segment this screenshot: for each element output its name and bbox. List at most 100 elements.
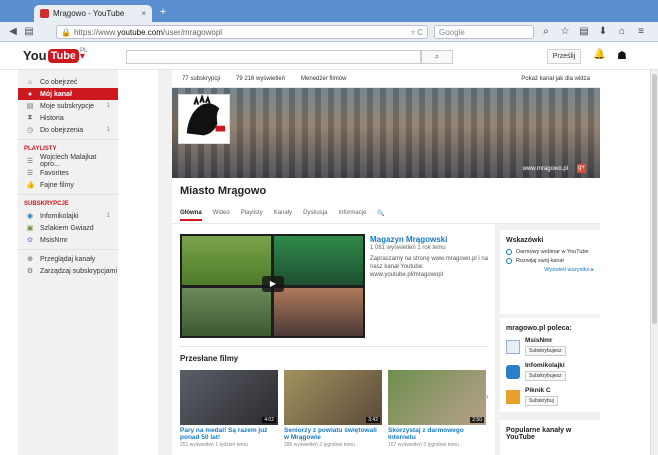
recommended-channel[interactable]: MsisNmr Subskrybujesz	[506, 337, 594, 356]
thumbs-up-icon: 👍	[26, 182, 35, 189]
reload-icon[interactable]: ▿ C	[411, 28, 423, 37]
scrollbar-thumb[interactable]	[652, 74, 657, 324]
sidebar-item-subskrypcje[interactable]: ▤ Moje subskrypcje 1	[18, 100, 118, 112]
tip-label: Darmowy webinar w YouTube	[516, 249, 589, 255]
sidebar-item-label: Zarządzaj subskrypcjami	[40, 267, 118, 275]
subscribe-button[interactable]: Subskrybujesz	[525, 346, 566, 356]
channel-avatar	[506, 389, 520, 404]
upload-button[interactable]: Prześlij	[547, 49, 581, 64]
video-title[interactable]: Seniorzy z powiatu świętowali w Mrągowie	[284, 427, 382, 441]
video-thumbnail[interactable]: 3:42	[284, 370, 382, 425]
recommended-channel[interactable]: Piknik C Subskrybuj	[506, 387, 594, 406]
sidebar-item-manage-subscriptions[interactable]: ⚙ Zarządzaj subskrypcjami	[18, 265, 118, 277]
view-all-tips-link[interactable]: Wyświetl wszystko ▸	[506, 267, 594, 273]
guide-menu-icon[interactable]: ≡▾	[74, 51, 85, 62]
sidebar-subscription-item[interactable]: ▣ Szlakiem Gwiazd	[18, 222, 118, 234]
featured-video-description: Zapraszamy na stronę www.mragowo.pl i na…	[370, 256, 489, 278]
sidebar-item-label: Do obejrzenia	[40, 126, 84, 134]
subscriptions-heading: SUBSKRYPCJE	[24, 201, 69, 207]
subscribe-button[interactable]: Subskrybujesz	[525, 371, 566, 381]
video-title[interactable]: Pary na medal! Są razem już ponad 50 lat…	[180, 427, 278, 441]
tab-discussion[interactable]: Dyskusja	[303, 210, 327, 221]
subscribe-button[interactable]: Subskrybuj	[525, 396, 558, 406]
tab-videos[interactable]: Wideo	[213, 210, 230, 221]
youtube-header: You Tube PL ≡▾ ⌕ Prześlij 🔔 ☗	[0, 42, 658, 70]
view-as-visitor-link[interactable]: Pokaż kanał jak dla widza	[521, 76, 590, 82]
google-plus-icon[interactable]: g+	[577, 164, 586, 173]
sidebar-item-label: Co obejrzeć	[40, 78, 78, 86]
notifications-bell-icon[interactable]: 🔔	[593, 49, 605, 60]
sidebar-item-do-obejrzenia[interactable]: ◷ Do obejrzenia 1	[18, 124, 118, 136]
sidebar-item-count: 1	[106, 103, 110, 109]
tip-item[interactable]: Darmowy webinar w YouTube	[506, 249, 594, 255]
url-prefix: https://www.	[73, 27, 118, 37]
tab-home[interactable]: Główna	[180, 210, 202, 221]
recommended-channel[interactable]: Infomikolajki Subskrybujesz	[506, 362, 594, 381]
channel-name: Miasto Mrągowo	[180, 185, 267, 197]
tips-title: Wskazówki	[506, 237, 544, 244]
sidebar-item-label: Historia	[40, 114, 64, 122]
playlist-icon: ☰	[26, 158, 34, 165]
play-icon[interactable]: ▶	[262, 276, 284, 292]
reading-list-icon[interactable]: ▤	[578, 25, 590, 39]
recommended-channel-name[interactable]: Piknik C	[525, 387, 558, 394]
google-search-engine-label: Google	[439, 27, 465, 37]
video-title[interactable]: Skorzystaj z darmowego Internetu	[388, 427, 486, 441]
sidebar-subscription-item[interactable]: ◉ Infomikolajki 1	[18, 210, 118, 222]
bookmark-star-icon[interactable]: ☆	[559, 25, 571, 39]
playlist-icon: ☰	[26, 170, 34, 177]
youtube-search-input[interactable]	[126, 50, 421, 64]
tab-playlists[interactable]: Playlisty	[241, 210, 263, 221]
tab-channels[interactable]: Kanały	[274, 210, 292, 221]
user-avatar[interactable]: ☗	[617, 49, 631, 63]
tab-search-icon[interactable]: 🔍	[377, 210, 384, 221]
back-icon[interactable]: ◀	[6, 25, 20, 39]
uploads-section-title[interactable]: Przesłane filmy	[180, 354, 238, 363]
sidebar-item-browse-channels[interactable]: ⊕ Przeglądaj kanały	[18, 253, 118, 265]
video-card[interactable]: 2:50 Skorzystaj z darmowego Internetu 16…	[388, 370, 486, 448]
video-card[interactable]: 4:02 Pary na medal! Są razem już ponad 5…	[180, 370, 278, 448]
thumb-quadrant	[182, 287, 271, 336]
featured-video-player[interactable]: ▶	[180, 234, 365, 338]
sidebar-playlist-item[interactable]: ☰ Favorites	[18, 167, 118, 179]
search-icon[interactable]: ⌕	[540, 25, 552, 39]
sidebar-item-label: Wojciech Malajkat opro...	[40, 154, 97, 168]
history-icon: ⧗	[27, 114, 33, 121]
download-icon[interactable]: ⬇	[597, 25, 609, 39]
address-bar[interactable]: 🔒 https://www. youtube.com/user/mragowopl…	[56, 25, 428, 39]
sidebar-item-co-obejrzec[interactable]: ⌂ Co obejrzeć	[18, 76, 118, 88]
tab-close-icon[interactable]: ×	[141, 9, 146, 18]
video-manager-link[interactable]: Menedżer filmów	[301, 76, 346, 82]
identity-icon[interactable]: ▤	[22, 25, 36, 39]
recommendations-title: mragowo.pl poleca:	[506, 325, 572, 332]
featured-video-title[interactable]: Magazyn Mrągowski	[370, 235, 447, 244]
recommended-channel-name[interactable]: Infomikolajki	[525, 362, 566, 369]
sidebar-playlist-item[interactable]: 👍 Fajne filmy	[18, 179, 118, 191]
sidebar-playlist-item[interactable]: ☰ Wojciech Malajkat opro...	[18, 154, 118, 168]
browser-tab[interactable]: Mrągowo - YouTube ×	[34, 5, 152, 22]
shelf-next-arrow-icon[interactable]: ›	[486, 392, 489, 401]
video-card[interactable]: 3:42 Seniorzy z powiatu świętowali w Mrą…	[284, 370, 382, 448]
browser-search-field[interactable]: Google	[434, 25, 534, 39]
sidebar-item-moj-kanal[interactable]: ● Mój kanał	[18, 88, 118, 100]
video-duration: 3:42	[366, 417, 380, 423]
new-tab-button[interactable]: +	[156, 7, 170, 19]
tab-about[interactable]: Informacje	[338, 210, 366, 221]
home-icon[interactable]: ⌂	[616, 25, 628, 39]
video-thumbnail[interactable]: 2:50	[388, 370, 486, 425]
banner-website-link[interactable]: www.mragowo.pl	[523, 166, 568, 172]
channel-avatar[interactable]	[178, 93, 230, 144]
browser-navbar: ◀ ▤ 🔒 https://www. youtube.com/user/mrago…	[0, 22, 658, 42]
recommended-channel-name[interactable]: MsisNmr	[525, 337, 566, 344]
page-scrollbar[interactable]	[650, 70, 658, 455]
sidebar-item-historia[interactable]: ⧗ Historia	[18, 112, 118, 124]
tip-item[interactable]: Rozwijaj swój kanał	[506, 258, 594, 264]
video-meta: 285 wyświetleń 2 tygodnie temu	[284, 442, 355, 448]
menu-icon[interactable]: ≡	[635, 25, 647, 39]
youtube-search-button[interactable]: ⌕	[421, 50, 453, 64]
channel-header: Miasto Mrągowo Główna Wideo Playlisty Ka…	[172, 178, 600, 224]
sidebar-subscription-item[interactable]: ✿ MsisNmr	[18, 234, 118, 246]
tip-label: Rozwijaj swój kanał	[516, 258, 564, 264]
video-duration: 4:02	[262, 417, 276, 423]
video-thumbnail[interactable]: 4:02	[180, 370, 278, 425]
